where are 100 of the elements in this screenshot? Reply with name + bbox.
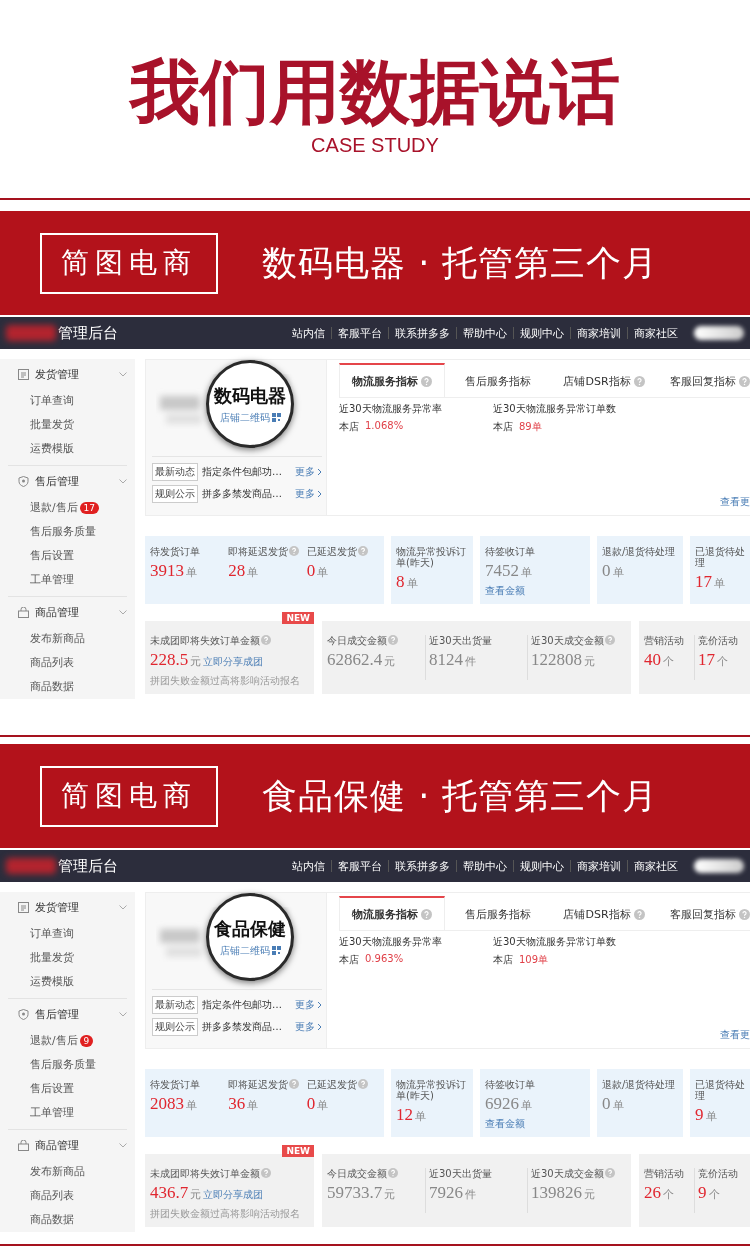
help-icon (357, 546, 368, 556)
help-icon (604, 1168, 615, 1178)
qr-code-link[interactable]: 店铺二维码 (219, 943, 270, 958)
sidebar-item[interactable]: 运费模版 (30, 975, 74, 989)
sidebar-group-label[interactable]: 发货管理 (35, 899, 79, 915)
sidebar-item[interactable]: 售后服务质量 (30, 525, 96, 539)
nav-link[interactable]: 联系拼多多 (388, 860, 456, 872)
metric-prefix: 本店 (339, 953, 359, 967)
nav-link[interactable]: 商家培训 (570, 860, 627, 872)
nav-link[interactable]: 商家社区 (627, 860, 684, 872)
metric-tab[interactable]: 店铺DSR指标 (551, 363, 657, 397)
stat-label: 竞价活动 (698, 635, 738, 646)
stat-value: 17 (698, 650, 715, 670)
sidebar-item[interactable]: 售后设置 (30, 1082, 74, 1096)
help-icon (421, 908, 432, 920)
nav-link[interactable]: 站内信 (286, 860, 331, 872)
sidebar-group-label[interactable]: 商品管理 (35, 604, 79, 620)
document-icon (18, 901, 29, 913)
count-badge: 9 (79, 1035, 94, 1047)
more-link[interactable]: 更多 (295, 1020, 322, 1034)
sidebar-group-label[interactable]: 售后管理 (35, 1006, 79, 1022)
sidebar-item[interactable]: 商品数据 (30, 680, 74, 694)
nav-link[interactable]: 客服平台 (331, 327, 388, 339)
sidebar-item[interactable]: 商品列表 (30, 1189, 74, 1203)
news-title[interactable]: 指定条件包邮功… (202, 998, 282, 1012)
sidebar-item[interactable]: 运费模版 (30, 442, 74, 456)
qr-code-icon (271, 946, 281, 955)
nav-link[interactable]: 规则中心 (513, 860, 570, 872)
view-more-link[interactable]: 查看更 (720, 1028, 750, 1048)
sidebar-item[interactable]: 批量发货 (30, 418, 74, 432)
view-amount-link[interactable]: 查看金额 (485, 1118, 585, 1131)
sidebar-item[interactable]: 订单查询 (30, 927, 74, 941)
sidebar-item[interactable]: 工单管理 (30, 1106, 74, 1120)
help-icon (633, 908, 645, 920)
sidebar-item[interactable]: 工单管理 (30, 573, 74, 587)
stat-value: 59733.7 (327, 1183, 383, 1203)
sidebar-item[interactable]: 发布新商品 (30, 632, 85, 646)
sidebar-item[interactable]: 商品列表 (30, 656, 74, 670)
sidebar-item[interactable]: 批量发货 (30, 951, 74, 965)
metric-tab[interactable]: 售后服务指标 (445, 363, 551, 397)
stat-label: 退款/退货待处理 (602, 1079, 676, 1090)
metric-value: 1.068% (365, 420, 404, 433)
help-icon (388, 635, 398, 645)
sidebar-item[interactable]: 订单查询 (30, 394, 74, 408)
stat-value: 8 (396, 572, 405, 592)
qr-code-link[interactable]: 店铺二维码 (219, 410, 270, 425)
more-link[interactable]: 更多 (295, 487, 322, 501)
sidebar-item[interactable]: 发布新商品 (30, 1165, 85, 1179)
stat-value: 228.5 (150, 650, 189, 670)
metric-value: 89单 (519, 420, 542, 434)
brand-label: 简图电商 (40, 232, 218, 294)
metric-tab[interactable]: 物流服务指标 (339, 896, 445, 930)
sidebar-group-label[interactable]: 商品管理 (35, 1137, 79, 1153)
news-title[interactable]: 指定条件包邮功… (202, 465, 282, 479)
metric-tab[interactable]: 客服回复指标 (657, 896, 750, 930)
news-title[interactable]: 拼多多禁发商品… (202, 1020, 282, 1034)
nav-link[interactable]: 规则中心 (513, 327, 570, 339)
share-link[interactable]: 立即分享成团 (203, 656, 264, 669)
case-title: 数码电器 · 托管第三个月 (262, 241, 659, 285)
sidebar-item[interactable]: 售后服务质量 (30, 1058, 96, 1072)
sidebar-item[interactable]: 退款/售后 (30, 501, 78, 515)
page-subtitle: CASE STUDY (311, 134, 439, 157)
metric-prefix: 本店 (493, 953, 513, 967)
metric-label: 近30天物流服务异常订单数 (493, 935, 617, 949)
sidebar-group-label[interactable]: 售后管理 (35, 473, 79, 489)
nav-link[interactable]: 客服平台 (331, 860, 388, 872)
stat-value: 2083 (150, 1094, 184, 1114)
sidebar-group-label[interactable]: 发货管理 (35, 366, 79, 382)
new-badge: NEW (282, 1145, 314, 1157)
news-title[interactable]: 拼多多禁发商品… (202, 487, 282, 501)
help-icon (604, 635, 615, 645)
metric-tab[interactable]: 店铺DSR指标 (551, 896, 657, 930)
nav-link[interactable]: 商家社区 (627, 327, 684, 339)
stat-note: 拼团失败金额过高将影响活动报名 (150, 1207, 301, 1221)
metric-tab[interactable]: 售后服务指标 (445, 896, 551, 930)
metric-tab[interactable]: 客服回复指标 (657, 363, 750, 397)
stat-unit: 个 (663, 655, 674, 669)
view-amount-link[interactable]: 查看金额 (485, 585, 585, 598)
nav-link[interactable]: 帮助中心 (456, 860, 513, 872)
nav-link[interactable]: 商家培训 (570, 327, 627, 339)
chevron-right-icon (317, 1001, 322, 1009)
share-link[interactable]: 立即分享成团 (203, 1189, 264, 1202)
more-link[interactable]: 更多 (295, 465, 322, 479)
magnified-category: 数码电器 (214, 384, 286, 408)
metric-tab[interactable]: 物流服务指标 (339, 363, 445, 397)
sidebar-item[interactable]: 退款/售后 (30, 1034, 78, 1048)
nav-link[interactable]: 帮助中心 (456, 327, 513, 339)
stat-unit: 单 (521, 1099, 532, 1113)
stat-value: 6926 (485, 1094, 519, 1114)
sidebar-item[interactable]: 商品数据 (30, 1213, 74, 1227)
stat-label: 竞价活动 (698, 1168, 738, 1179)
sidebar-item[interactable]: 售后设置 (30, 549, 74, 563)
more-link[interactable]: 更多 (295, 998, 322, 1012)
stat-note: 拼团失败金额过高将影响活动报名 (150, 674, 301, 688)
nav-link[interactable]: 站内信 (286, 327, 331, 339)
view-more-link[interactable]: 查看更 (720, 495, 750, 515)
brand-label: 简图电商 (40, 765, 218, 827)
nav-link[interactable]: 联系拼多多 (388, 327, 456, 339)
stat-value: 0 (602, 561, 611, 581)
metric-label: 近30天物流服务异常率 (339, 935, 443, 949)
